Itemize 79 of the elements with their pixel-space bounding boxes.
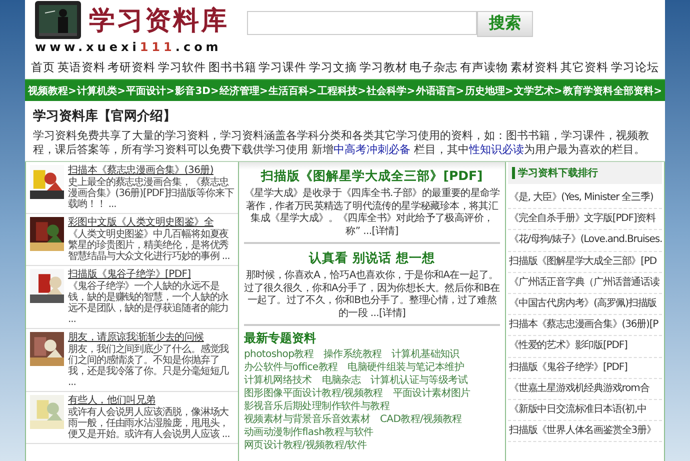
category-link[interactable]: 影音3D> bbox=[175, 84, 219, 98]
panel-title: 学习资料下载排行 bbox=[518, 166, 598, 180]
nav-link[interactable]: 电子杂志 bbox=[410, 60, 458, 74]
topic-link[interactable]: 影视音乐后期处理制作软件与教程 bbox=[244, 401, 390, 412]
ranking-link[interactable]: 《是, 大臣》(Yes, Minister 全三季) bbox=[508, 188, 662, 210]
ranking-link[interactable]: 扫描版《图解星学大成全三部》[PD bbox=[508, 252, 662, 273]
site-url: www.xuexi 111.com bbox=[35, 40, 223, 54]
nav-link[interactable]: 素材资料 bbox=[510, 60, 558, 74]
details-link[interactable]: [详情] bbox=[372, 226, 398, 236]
nav-link[interactable]: 有声读物 bbox=[460, 60, 508, 74]
category-link[interactable]: 社会科学> bbox=[366, 84, 416, 98]
article-summary: 朋友，我们之间到底少了什么。感觉我们之间的感情淡了。不知是你抛弃了我，还是我冷落了你。只是分毫短短几 ... bbox=[68, 344, 230, 388]
search-field[interactable] bbox=[247, 10, 477, 34]
ranking-link[interactable]: 《性爱的艺术》影印版[PDF] bbox=[508, 336, 662, 358]
category-link[interactable]: 平面设计> bbox=[126, 84, 175, 98]
ranking-link[interactable]: 《广州话正音字典（广州话普通话读 bbox=[508, 272, 662, 294]
article-summary: 那时候，你喜欢A，恰巧A也喜欢你，于是你和A在一起了。过了很久很久，你和A分手了，因为你想长大。然后你和B在一起了。过了不久，你和B也分手了。整理心情，过了难熬的一段 ...[详情] bbox=[244, 270, 500, 320]
topic-link[interactable]: photoshop教程 bbox=[244, 349, 314, 360]
nav-link[interactable]: 英语资料 bbox=[57, 60, 106, 74]
nav-link[interactable]: 学习教材 bbox=[359, 60, 408, 74]
topic-link[interactable]: 视频素材与背景音乐音效素材 bbox=[244, 414, 370, 425]
ranking-link[interactable]: 《新版中日交流标准日本语(初,中 bbox=[508, 400, 662, 422]
category-link[interactable]: 计算机类> bbox=[77, 84, 126, 98]
topic-link[interactable]: 平面设计素材图片 bbox=[392, 388, 470, 399]
category-link[interactable]: 文学艺术> bbox=[514, 84, 562, 98]
ranking-link[interactable]: 扫描版《世界人体名画鉴赏全3册》 bbox=[508, 421, 662, 442]
topic-link[interactable]: 图形图像平面设计教程/视频教程 bbox=[244, 388, 383, 399]
ranking-link[interactable]: 扫描版《鬼谷子绝学》[PDF] bbox=[508, 358, 662, 379]
topic-link[interactable]: 办公软件与office教程 bbox=[244, 362, 338, 373]
ranking-link[interactable]: 《花/母狗/婊子》(Love.and.Bruises. bbox=[508, 230, 662, 252]
article-summary: 史上最全的蔡志忠漫画合集，《蔡志忠漫画合集》(36册)[PDF]扫描版等你来下载哟！！ ... bbox=[68, 177, 235, 210]
ranking-link[interactable]: 《世嘉土星游戏机经典游戏rom合 bbox=[508, 378, 662, 400]
nav-link[interactable]: 考研资料 bbox=[108, 60, 156, 74]
topic-link[interactable]: CAD教程/视频教程 bbox=[380, 414, 462, 425]
intro-link[interactable]: 性知识必读 bbox=[468, 143, 524, 156]
category-link[interactable]: 生活百科> bbox=[268, 84, 317, 98]
topic-link[interactable]: 计算机认证与等级考试 bbox=[370, 375, 468, 386]
intro-paragraph: 学习资料免费共享了大量的学习资料，学习资料涵盖各学科分类和各类其它学习使用的资料，如：图书书籍，学习课件，视频教程，课后答案等，所有学习资料可以免费下载供学习使用 新增中高考冲刺必备 栏目，其中性知识必读为用户最为喜欢的栏目。 bbox=[33, 129, 650, 157]
nav-link[interactable]: 其它资料 bbox=[560, 60, 609, 74]
category-link[interactable]: 经济管理> bbox=[220, 84, 268, 98]
topic-link[interactable]: 动画动漫制作flash教程与软件 bbox=[244, 427, 374, 438]
category-link[interactable]: 工程科技> bbox=[318, 84, 366, 98]
topic-link[interactable]: 操作系统教程 bbox=[323, 349, 382, 360]
nav-link[interactable]: 学习论坛 bbox=[610, 60, 659, 74]
article-summary: 《人类文明史图鉴》中几百幅将如夏夜繁星的珍贵图片，精美绝伦，是将优秀智慧结晶与大众文化进行巧妙的事例 ... bbox=[68, 229, 231, 262]
ranking-link[interactable]: 《完全自杀手册》文字版[PDF]资料 bbox=[508, 209, 662, 230]
section-title: 学习资料库【官网介绍】 bbox=[33, 108, 177, 125]
article-summary: 《星学大成》是收录于《四库全书.子部》的最重要的星命学著作，作者万民英精选了明代流传的星学秘藏珍本，将其汇集成《星学大成》。《四库全书》对此给予了极高评价，称” ...[详情] bbox=[244, 188, 500, 238]
article-link[interactable]: 朋友，请原谅我渐渐少去的问候 bbox=[68, 332, 235, 344]
category-link[interactable]: 外语语言> bbox=[416, 84, 464, 98]
intro-link[interactable]: 中高考冲刺必备 bbox=[333, 143, 410, 156]
nav-link[interactable]: 学习软件 bbox=[158, 60, 206, 74]
topic-link[interactable]: 计算机网络技术 bbox=[244, 375, 312, 386]
category-link[interactable]: 历史地理> bbox=[464, 84, 514, 98]
ranking-link[interactable]: 扫描本《蔡志忠漫画合集》(36册)[P bbox=[508, 315, 662, 336]
article-title[interactable]: 认真看 别说话 想一想 bbox=[244, 250, 500, 267]
category-link[interactable]: 视频教程> bbox=[28, 84, 76, 98]
details-link[interactable]: [详情] bbox=[379, 308, 406, 318]
nav-link[interactable]: 学习课件 bbox=[258, 60, 307, 74]
category-link[interactable]: 教育学资料 bbox=[562, 84, 613, 98]
article-summary: 或许有人会说男人应该洒脱，像淋场大雨一般，任由雨水沾湿脸庞，甩甩头，便又是开始。或许有人会说男人应该 ... bbox=[68, 407, 231, 440]
topic-link[interactable]: 计算机基础知识 bbox=[392, 349, 460, 360]
article-summary: 《鬼谷子绝学》一个人缺的永远不是钱，缺的是赚钱的智慧，一个人缺的永远不是团队，缺的是俘获追随者的能力 ... bbox=[68, 281, 230, 325]
nav-link[interactable]: 图书书籍 bbox=[208, 60, 256, 74]
article-link[interactable]: 扫描本《蔡志忠漫画合集》(36册) bbox=[68, 165, 235, 177]
article-link[interactable]: 彩图中文版《人类文明史图鉴》全 bbox=[68, 217, 235, 229]
search-button[interactable]: 搜索 bbox=[477, 10, 533, 36]
nav-link[interactable]: 首页 bbox=[31, 60, 55, 74]
site-logo-title: 学习资料库 bbox=[89, 4, 229, 38]
ranking-link[interactable]: 《中国古代房内考》(高罗佩)扫描版 bbox=[508, 294, 662, 316]
article-title[interactable]: 扫描版《图解星学大成全三部》[PDF] bbox=[244, 168, 500, 185]
article-link[interactable]: 扫描版《鬼谷子绝学》[PDF] bbox=[68, 269, 235, 281]
topic-link[interactable]: 电脑杂志 bbox=[322, 375, 361, 386]
category-link[interactable]: 全部资料> bbox=[614, 84, 662, 98]
topic-link[interactable]: 网页设计教程/视频教程/软件 bbox=[244, 440, 367, 451]
article-link[interactable]: 有些人，他们叫兄弟 bbox=[68, 395, 235, 407]
section-title: 最新专题资料 bbox=[244, 330, 317, 347]
nav-link[interactable]: 学习文摘 bbox=[308, 60, 357, 74]
topic-link[interactable]: 电脑硬件组装与笔记本维护 bbox=[348, 362, 464, 373]
